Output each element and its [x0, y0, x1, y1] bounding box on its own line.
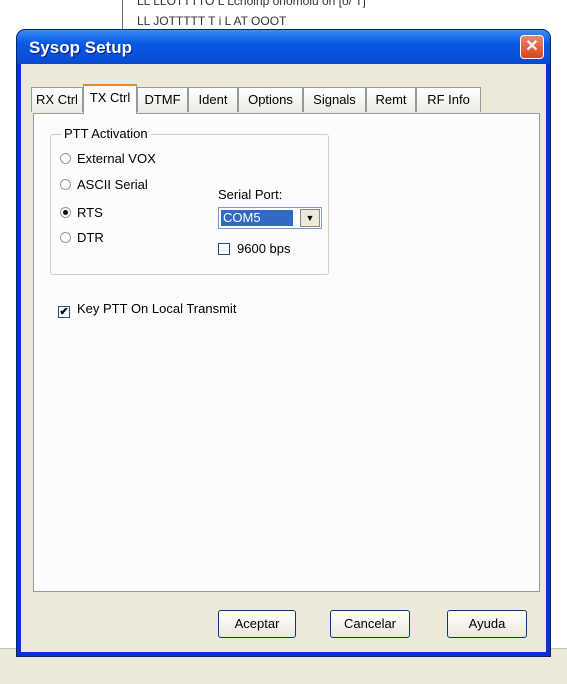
- radio-ascii-serial[interactable]: ASCII Serial: [60, 176, 148, 194]
- radio-external-vox[interactable]: External VOX: [60, 150, 156, 168]
- background-list: LL LLOTTTTO L Lchoinp onomoiu on [o/ T] …: [122, 0, 567, 30]
- radio-label: RTS: [77, 205, 103, 220]
- radio-button[interactable]: [60, 232, 71, 243]
- serial-port-select[interactable]: COM5 ▼: [218, 207, 322, 229]
- group-title: PTT Activation: [61, 126, 151, 141]
- tab-options[interactable]: Options: [238, 87, 303, 112]
- radio-button[interactable]: [60, 153, 71, 164]
- background-row: LL JOTTTTT T i L AT OOOT: [137, 14, 287, 28]
- title-bar[interactable]: Sysop Setup ✕: [17, 30, 550, 64]
- key-ptt-label: Key PTT On Local Transmit: [77, 301, 237, 316]
- sysop-setup-dialog: Sysop Setup ✕ RX Ctrl TX Ctrl DTMF Ident…: [17, 30, 550, 656]
- dropdown-button[interactable]: ▼: [300, 209, 320, 227]
- tab-rx-ctrl[interactable]: RX Ctrl: [31, 87, 83, 112]
- tab-tx-ctrl[interactable]: TX Ctrl: [83, 84, 137, 114]
- key-ptt-checkbox-row[interactable]: ✔ Key PTT On Local Transmit: [58, 301, 236, 318]
- chevron-down-icon: ▼: [305, 213, 315, 223]
- tx-ctrl-panel: PTT Activation External VOX ASCII Serial…: [33, 113, 540, 592]
- radio-button[interactable]: [60, 179, 71, 190]
- radio-rts[interactable]: RTS: [60, 204, 103, 222]
- tab-signals[interactable]: Signals: [303, 87, 366, 112]
- serial-port-value: COM5: [221, 210, 293, 226]
- bps-checkbox-row[interactable]: 9600 bps: [218, 241, 291, 256]
- accept-button[interactable]: Aceptar: [218, 610, 296, 638]
- tab-dtmf[interactable]: DTMF: [137, 87, 188, 112]
- tab-ident[interactable]: Ident: [188, 87, 238, 112]
- tab-rf-info[interactable]: RF Info: [416, 87, 481, 112]
- radio-dtr[interactable]: DTR: [60, 229, 104, 247]
- cancel-button[interactable]: Cancelar: [330, 610, 410, 638]
- radio-label: External VOX: [77, 151, 156, 166]
- tab-remt[interactable]: Remt: [366, 87, 416, 112]
- bps-label: 9600 bps: [237, 241, 291, 256]
- window-title: Sysop Setup: [29, 38, 132, 57]
- help-button[interactable]: Ayuda: [447, 610, 527, 638]
- close-button[interactable]: ✕: [520, 35, 544, 59]
- radio-label: DTR: [77, 230, 104, 245]
- dialog-body: RX Ctrl TX Ctrl DTMF Ident Options Signa…: [21, 64, 546, 652]
- serial-port-label: Serial Port:: [218, 187, 283, 202]
- ptt-activation-group: PTT Activation External VOX ASCII Serial…: [50, 126, 329, 275]
- close-icon: ✕: [525, 38, 539, 55]
- radio-label: ASCII Serial: [77, 177, 148, 192]
- key-ptt-checkbox[interactable]: ✔: [58, 306, 70, 318]
- radio-button-selected[interactable]: [60, 207, 71, 218]
- bps-checkbox[interactable]: [218, 243, 230, 255]
- background-row: LL LLOTTTTO L Lchoinp onomoiu on [o/ T]: [137, 0, 366, 8]
